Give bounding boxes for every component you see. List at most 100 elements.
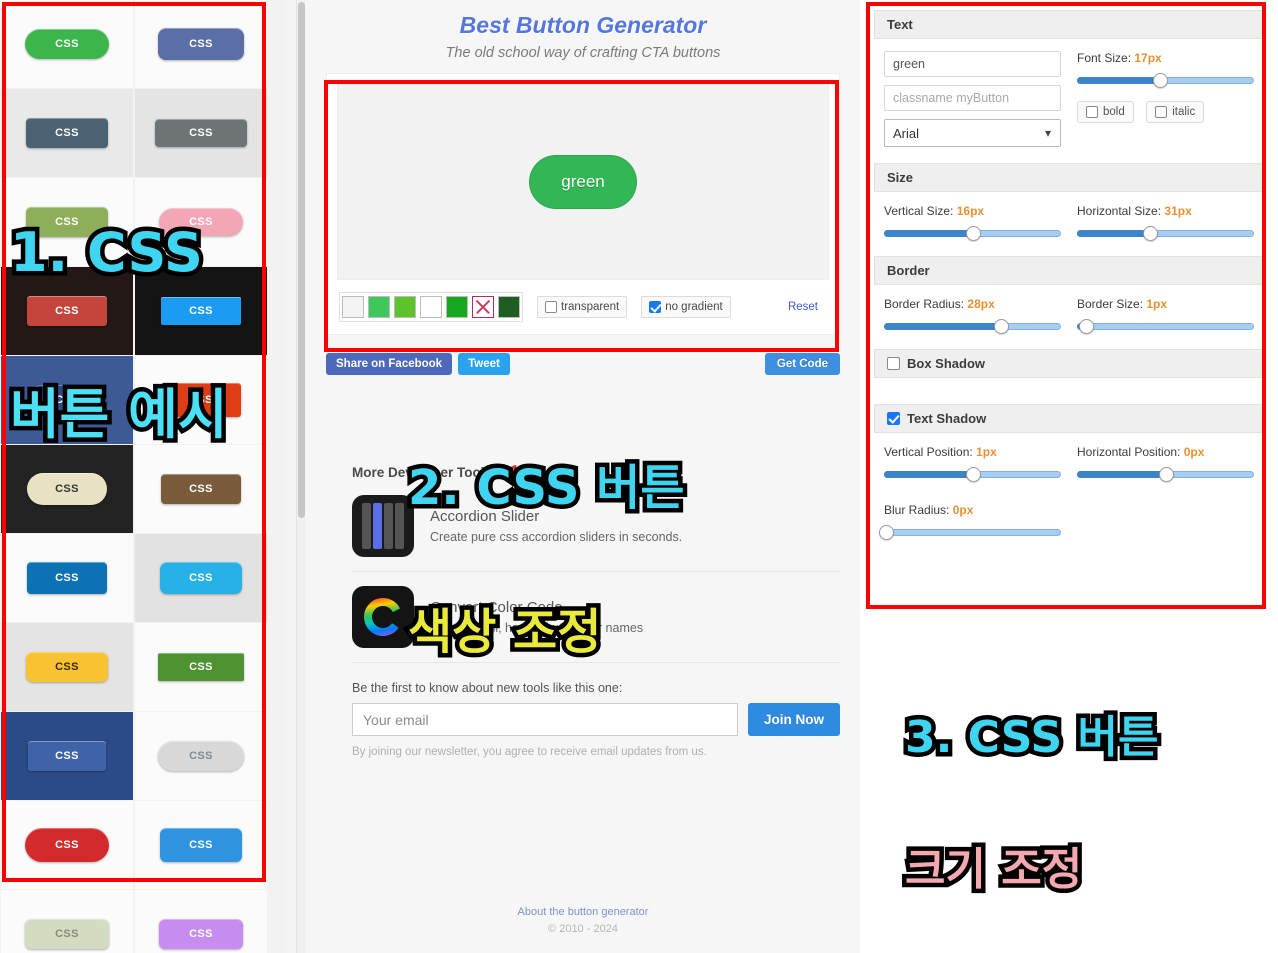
border-radius-label-text: Border Radius: [884,297,965,311]
gallery-button[interactable]: CSS [158,28,244,60]
no-gradient-checkbox-row[interactable]: no gradient [641,296,731,318]
vertical-size-slider[interactable] [884,226,1061,241]
swatch-white-gray[interactable] [342,296,364,318]
ts-vertical-value: 1px [976,445,997,459]
horizontal-size-value: 31px [1164,204,1192,218]
blur-radius-label-text: Blur Radius: [884,503,950,517]
section-title: Border [887,263,930,278]
page-subtitle: The old school way of crafting CTA butto… [445,45,721,61]
color-swatch-palette[interactable] [339,292,523,322]
border-radius-label: Border Radius: 28px [884,297,1061,311]
swatch-medium-green[interactable] [368,296,390,318]
reset-button[interactable]: Reset [779,296,827,318]
swatch-dark-green[interactable] [498,296,520,318]
gallery-button[interactable]: CSS [25,828,109,862]
italic-toggle[interactable]: italic [1146,101,1205,123]
gallery-item-15[interactable]: CSS [135,623,267,711]
horizontal-size-label: Horizontal Size: 31px [1077,204,1254,218]
text-shadow-checkbox[interactable] [887,412,900,425]
font-size-slider[interactable] [1077,73,1254,88]
gallery-button[interactable]: CSS [27,562,107,594]
gallery-button[interactable]: CSS [26,652,108,682]
gallery-button[interactable]: CSS [160,562,242,594]
gallery-scrollbar-thumb[interactable] [298,2,305,518]
ts-horizontal-label: Horizontal Position: 0px [1077,445,1254,459]
font-family-select[interactable]: Arial [884,119,1061,147]
annotation-text-1: 1. CSS 버튼 예시 [6,118,233,550]
transparent-checkbox-row[interactable]: transparent [537,296,628,318]
gallery-button[interactable]: CSS [158,653,244,681]
border-size-label-text: Border Size: [1077,297,1144,311]
blur-radius-slider[interactable] [878,525,1061,540]
preview-panel: green transparent no gradient Reset [326,73,840,335]
transparent-checkbox[interactable] [545,301,557,313]
annotation-1-line-1: 1. CSS [6,221,208,284]
swatch-yellow-green[interactable] [394,296,416,318]
gallery-button[interactable]: CSS [160,828,242,862]
horizontal-size-label-text: Horizontal Size: [1077,204,1162,218]
bold-toggle[interactable]: bold [1077,101,1134,123]
section-body-text-shadow: Vertical Position: 1px Horizontal Positi… [874,433,1264,555]
no-gradient-checkbox[interactable] [649,301,662,313]
gallery-item-16[interactable]: CSS [1,712,133,800]
annotation-3-line-2: 크기 조정 [900,843,1086,896]
gallery-item-19[interactable]: CSS [135,801,267,889]
gallery-button[interactable]: CSS [28,741,106,771]
gallery-item-1[interactable]: CSS [135,0,267,88]
annotation-text-3: 3. CSS 버튼 크기 조정 [900,628,1162,953]
section-body-border: Border Radius: 28px Border Size: 1px [874,285,1264,349]
ts-horizontal-slider[interactable] [1077,467,1254,482]
ts-vertical-slider[interactable] [884,467,1061,482]
annotation-2-line-1: 2. CSS 버튼 [403,460,689,517]
annotation-2-line-2: 색상 조정 [403,604,605,661]
vertical-size-value: 16px [956,204,985,218]
gallery-item-21[interactable]: CSS [135,890,267,953]
swatch-green[interactable] [446,296,468,318]
accordion-slider-icon [352,495,414,557]
button-label-input[interactable]: green [884,51,1061,77]
gallery-item-0[interactable]: CSS [1,0,133,88]
swatch-white[interactable] [420,296,442,318]
font-size-value: 17px [1134,51,1162,65]
section-title: Text [887,17,913,32]
section-header-text-shadow[interactable]: Text Shadow [874,404,1264,433]
blur-radius-value: 0px [952,503,974,517]
preview-controls: transparent no gradient Reset [337,292,829,324]
gallery-button[interactable]: CSS [159,919,243,949]
gallery-item-14[interactable]: CSS [1,623,133,711]
border-size-value: 1px [1146,297,1168,311]
gallery-item-18[interactable]: CSS [1,801,133,889]
gallery-button[interactable]: CSS [158,741,244,771]
preview-button[interactable]: green [529,155,637,209]
gallery-item-20[interactable]: CSS [1,890,133,953]
color-wheel-icon [352,586,414,648]
border-radius-value: 28px [967,297,995,311]
border-size-label: Border Size: 1px [1077,297,1254,311]
gallery-button[interactable]: CSS [25,29,109,59]
swatch-remove[interactable] [472,296,494,318]
box-shadow-checkbox[interactable] [887,357,900,370]
page-title: Best Button Generator [459,12,707,38]
annotation-1-line-2: 버튼 예시 [6,383,233,446]
get-code-button[interactable]: Get Code [764,353,840,375]
italic-checkbox[interactable] [1155,106,1168,118]
horizontal-size-slider[interactable] [1077,226,1254,241]
gallery-button[interactable]: CSS [25,919,109,949]
classname-input[interactable]: classname myButton [884,85,1061,111]
no-gradient-label: no gradient [665,301,723,313]
bold-label: bold [1103,106,1125,118]
copyright-text: © 2010 - 2024 [548,923,618,935]
join-now-button[interactable]: Join Now [748,703,840,736]
preview-stage: green [337,84,829,280]
border-size-slider[interactable] [1077,319,1254,334]
italic-label: italic [1172,106,1196,118]
gallery-item-17[interactable]: CSS [135,712,267,800]
vertical-size-label: Vertical Size: 16px [884,204,1061,218]
blur-radius-label: Blur Radius: 0px [884,503,1061,517]
ts-horizontal-label-text: Horizontal Position: [1077,445,1181,459]
border-radius-slider[interactable] [884,319,1061,334]
transparent-label: transparent [561,301,620,313]
section-header-box-shadow[interactable]: Box Shadow [874,349,1264,378]
bold-checkbox[interactable] [1086,106,1098,118]
about-link[interactable]: About the button generator [306,906,860,918]
